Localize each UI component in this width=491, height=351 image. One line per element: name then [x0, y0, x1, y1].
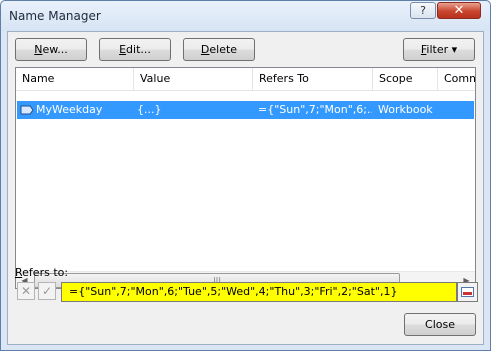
column-header-name[interactable]: Name	[16, 68, 134, 90]
named-range-icon	[20, 105, 34, 115]
names-list[interactable]: Name Value Refers To Scope Comme MyWeekd…	[15, 67, 476, 289]
cell-name: MyWeekday	[36, 103, 103, 116]
window-close-button[interactable]: ✕	[437, 2, 481, 19]
refers-to-label: Refers to:	[15, 266, 68, 279]
window-title: Name Manager	[9, 9, 101, 23]
edit-button-label: dit...	[126, 43, 151, 56]
refers-to-label-text: efers to:	[22, 266, 69, 279]
name-manager-window: Name Manager ? ✕ New... Edit... Delete F…	[0, 0, 491, 351]
filter-button[interactable]: Filter ▾	[403, 38, 475, 61]
cell-comment	[443, 101, 473, 119]
column-header-scope[interactable]: Scope	[373, 68, 438, 90]
new-button-label: ew...	[42, 43, 68, 56]
table-row[interactable]: MyWeekday {...} ={"Sun",7;"Mon",6;... Wo…	[17, 101, 474, 119]
edit-button[interactable]: Edit...	[99, 38, 171, 61]
cell-scope: Workbook	[378, 103, 433, 116]
cell-refers-to: ={"Sun",7;"Mon",6;...	[258, 103, 372, 116]
edit-button-accel: E	[119, 43, 127, 56]
dialog-body: New... Edit... Delete Filter ▾ Name Valu…	[7, 31, 484, 345]
cell-value: {...}	[137, 103, 162, 116]
collapse-dialog-button[interactable]	[457, 282, 478, 302]
cancel-edit-button[interactable]: ✕	[17, 282, 35, 300]
list-header: Name Value Refers To Scope Comme	[16, 68, 475, 91]
refers-to-input[interactable]: ={"Sun",7;"Mon",6;"Tue",5;"Wed",4;"Thu",…	[61, 282, 457, 302]
column-header-refers-to[interactable]: Refers To	[253, 68, 373, 90]
delete-button[interactable]: Delete	[183, 38, 255, 61]
column-header-value[interactable]: Value	[134, 68, 253, 90]
new-button[interactable]: New...	[15, 38, 87, 61]
column-header-comment[interactable]: Comme	[438, 68, 475, 90]
delete-button-label: elete	[209, 43, 238, 56]
collapse-dialog-icon	[461, 287, 474, 297]
confirm-edit-button[interactable]: ✓	[38, 282, 56, 300]
title-bar: Name Manager ? ✕	[1, 1, 490, 31]
help-button[interactable]: ?	[410, 2, 436, 19]
close-button[interactable]: Close	[404, 313, 476, 336]
filter-button-label: ilter ▾	[426, 43, 458, 56]
